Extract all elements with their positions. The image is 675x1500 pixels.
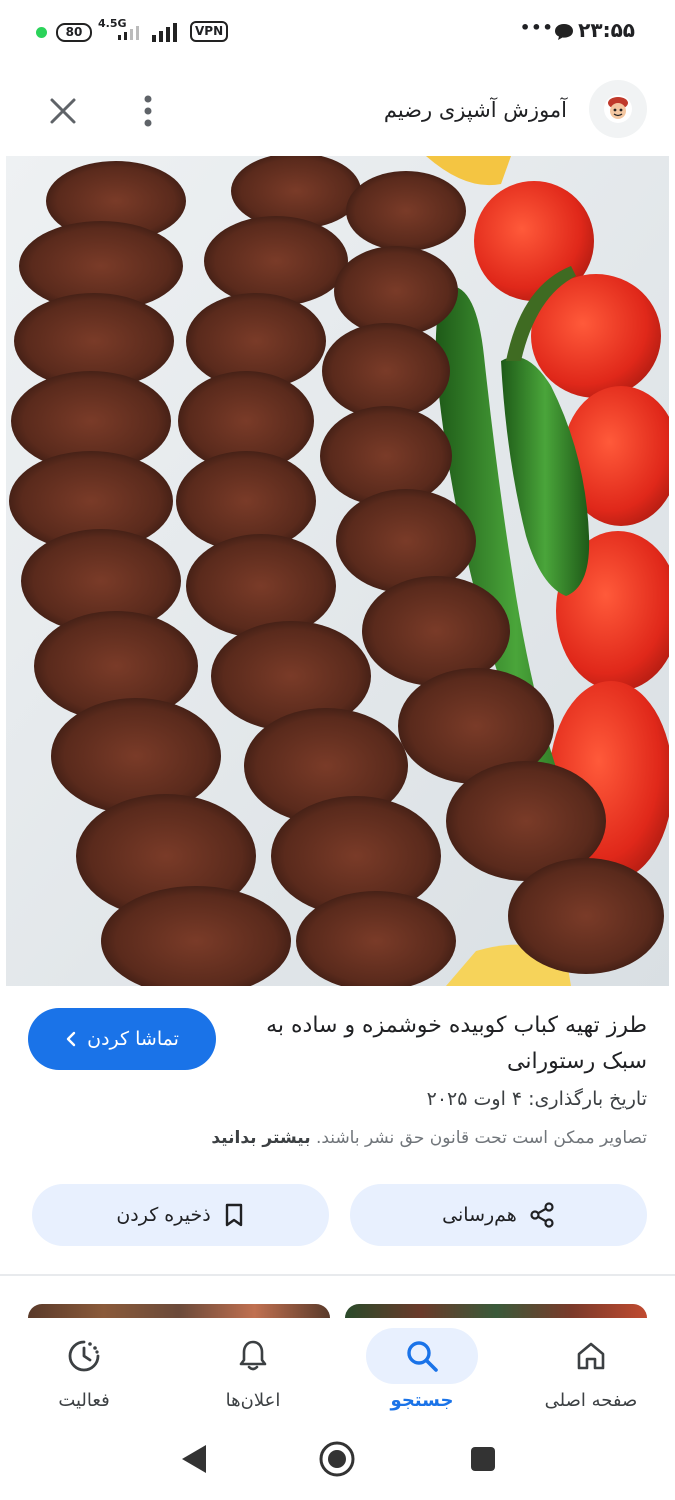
search-icon (407, 1341, 438, 1372)
recent-apps-icon[interactable] (470, 1446, 496, 1472)
site-avatar[interactable] (589, 80, 647, 138)
watch-button[interactable]: تماشا کردن (28, 1008, 216, 1070)
bookmark-icon (225, 1203, 242, 1227)
signal-icon (118, 26, 139, 40)
nav-home[interactable]: صفحه اصلی (507, 1318, 675, 1430)
bottom-navigation: صفحه اصلی جستجو اعلان‌ها فعالیت (0, 1318, 675, 1430)
result-image[interactable] (6, 156, 669, 986)
battery-indicator: 80 (56, 23, 92, 42)
result-title[interactable]: طرز تهیه کباب کوبیده خوشمزه و ساده به سب… (247, 1008, 647, 1080)
home-icon (577, 1342, 605, 1370)
chat-icon (555, 24, 573, 40)
nav-search-icon-wrap (366, 1328, 478, 1384)
nav-activity[interactable]: فعالیت (0, 1318, 168, 1430)
vpn-badge: VPN (190, 21, 229, 42)
nav-search[interactable]: جستجو (338, 1318, 506, 1430)
nav-activity-icon-wrap (28, 1328, 140, 1384)
system-navigation (0, 1430, 675, 1500)
activity-icon (68, 1340, 100, 1372)
share-label: هم‌رسانی (442, 1204, 517, 1226)
close-icon (50, 98, 76, 124)
status-dot (36, 27, 47, 38)
kebab-photo (6, 156, 669, 986)
copyright-notice: تصاویر ممکن است تحت قانون حق نشر باشند. … (211, 1128, 647, 1148)
nav-search-label: جستجو (390, 1390, 454, 1411)
nav-notifications-icon-wrap (197, 1328, 309, 1384)
bell-icon (239, 1340, 267, 1371)
signal-icon-2 (152, 23, 177, 42)
nav-home-icon-wrap (535, 1328, 647, 1384)
nav-home-label: صفحه اصلی (544, 1390, 638, 1411)
share-button[interactable]: هم‌رسانی (350, 1184, 647, 1246)
clock: ۲۳:۵۵ (578, 18, 635, 42)
watch-label: تماشا کردن (87, 1028, 179, 1050)
nav-notifications[interactable]: اعلان‌ها (169, 1318, 337, 1430)
more-vert-icon (144, 95, 152, 127)
learn-more-link[interactable]: بیشتر بدانید (211, 1128, 310, 1148)
divider (0, 1274, 675, 1276)
save-button[interactable]: ذخیره کردن (32, 1184, 329, 1246)
viewer-header: آموزش آشپزی رضیم (0, 68, 675, 154)
copyright-text: تصاویر ممکن است تحت قانون حق نشر باشند. (315, 1128, 647, 1148)
save-label: ذخیره کردن (116, 1204, 211, 1226)
chevron-left-icon (66, 1031, 76, 1047)
chef-logo-icon (604, 95, 632, 123)
status-bar: 80 4.5G VPN ••• ۲۳:۵۵ (0, 0, 675, 64)
home-circle-icon[interactable] (318, 1440, 356, 1478)
more-status-icon: ••• (520, 18, 554, 37)
nav-activity-label: فعالیت (58, 1390, 110, 1411)
upload-date: تاریخ بارگذاری: ۴ اوت ۲۰۲۵ (426, 1088, 647, 1110)
share-icon (530, 1202, 554, 1228)
back-icon[interactable] (180, 1443, 208, 1475)
more-options-button[interactable] (130, 90, 166, 132)
site-name[interactable]: آموزش آشپزی رضیم (384, 98, 567, 122)
close-button[interactable] (42, 90, 84, 132)
nav-notifications-label: اعلان‌ها (225, 1390, 281, 1411)
